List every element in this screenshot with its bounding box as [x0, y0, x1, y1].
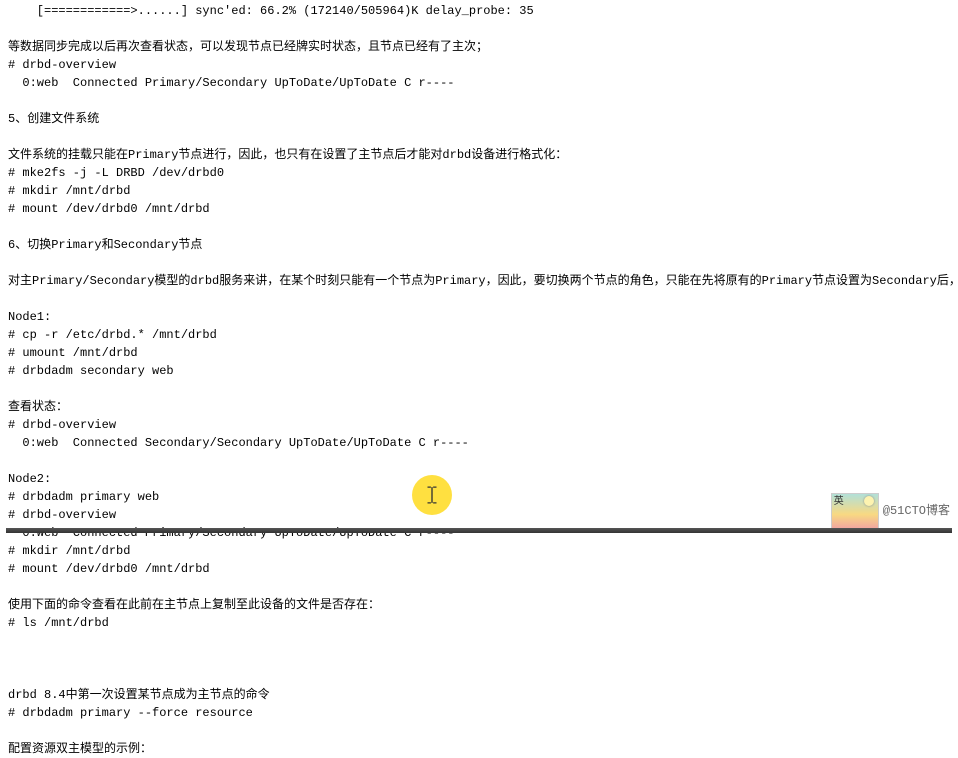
text-cursor-highlight: [412, 475, 452, 515]
text-line: [8, 650, 950, 668]
text-line: # drbd-overview: [8, 416, 950, 434]
text-line: 配置资源双主模型的示例：: [8, 740, 950, 758]
text-line: # cp -r /etc/drbd.* /mnt/drbd: [8, 326, 950, 344]
text-line: [8, 452, 950, 470]
text-line: 查看状态：: [8, 398, 950, 416]
text-line: [8, 632, 950, 650]
text-line: 0:web Connected Secondary/Secondary UpTo…: [8, 434, 950, 452]
text-line: [8, 218, 950, 236]
text-line: [8, 92, 950, 110]
text-line: # drbdadm primary --force resource: [8, 704, 950, 722]
watermark-badge: [831, 493, 879, 529]
text-line: # drbdadm primary web: [8, 488, 950, 506]
text-line: 等数据同步完成以后再次查看状态，可以发现节点已经牌实时状态，且节点已经有了主次；: [8, 38, 950, 56]
text-line: # mkdir /mnt/drbd: [8, 542, 950, 560]
text-line: 对主Primary/Secondary模型的drbd服务来讲，在某个时刻只能有一…: [8, 272, 950, 290]
text-line: # drbd-overview: [8, 56, 950, 74]
text-line: 0:web Connected Primary/Secondary UpToDa…: [8, 74, 950, 92]
text-line: # umount /mnt/drbd: [8, 344, 950, 362]
text-line: 0:web Connected Primary/Secondary UpToDa…: [8, 524, 950, 542]
text-line: [8, 668, 950, 686]
i-beam-icon: [425, 486, 439, 504]
text-line: 文件系统的挂载只能在Primary节点进行，因此，也只有在设置了主节点后才能对d…: [8, 146, 950, 164]
watermark: @51CTO博客: [831, 493, 950, 529]
text-line: Node1:: [8, 308, 950, 326]
text-line: # drbd-overview: [8, 506, 950, 524]
text-line: # mkdir /mnt/drbd: [8, 182, 950, 200]
text-line: [8, 254, 950, 272]
document-content: [============>......] sync'ed: 66.2% (17…: [8, 2, 950, 758]
text-line: 使用下面的命令查看在此前在主节点上复制至此设备的文件是否存在：: [8, 596, 950, 614]
text-line: drbd 8.4中第一次设置某节点成为主节点的命令: [8, 686, 950, 704]
text-line: [============>......] sync'ed: 66.2% (17…: [8, 2, 950, 20]
window-bottom-bar: [6, 528, 952, 533]
text-line: [8, 380, 950, 398]
text-line: # mount /dev/drbd0 /mnt/drbd: [8, 200, 950, 218]
text-line: [8, 128, 950, 146]
text-line: # mount /dev/drbd0 /mnt/drbd: [8, 560, 950, 578]
text-line: # ls /mnt/drbd: [8, 614, 950, 632]
watermark-text: @51CTO博客: [883, 502, 950, 520]
text-line: Node2:: [8, 470, 950, 488]
text-line: # drbdadm secondary web: [8, 362, 950, 380]
text-line: 6、切换Primary和Secondary节点: [8, 236, 950, 254]
text-line: 5、创建文件系统: [8, 110, 950, 128]
text-line: [8, 722, 950, 740]
text-line: [8, 290, 950, 308]
text-line: # mke2fs -j -L DRBD /dev/drbd0: [8, 164, 950, 182]
text-line: [8, 20, 950, 38]
text-line: [8, 578, 950, 596]
